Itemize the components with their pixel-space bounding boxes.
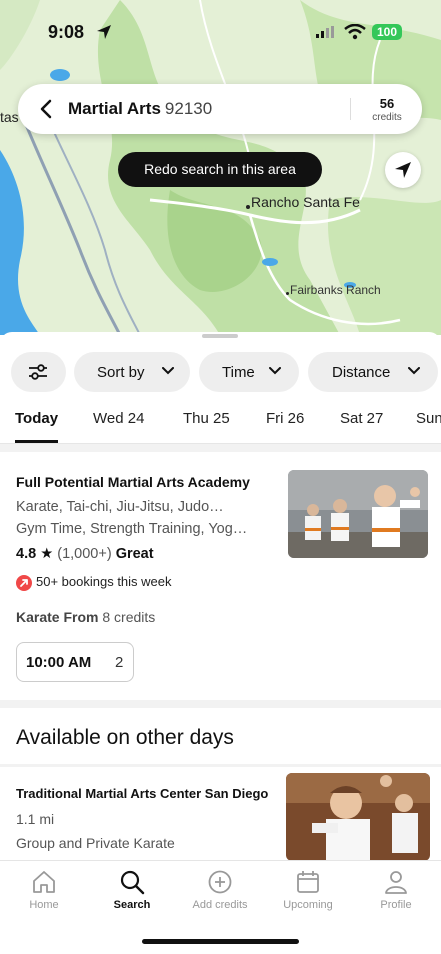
section-gap bbox=[0, 700, 441, 708]
filter-bar: Sort by Time Distance bbox=[0, 352, 441, 392]
star-icon: ★ bbox=[40, 546, 54, 562]
battery-indicator: 100 bbox=[372, 24, 402, 40]
studio-classes: Karate, Tai-chi, Jiu-Jitsu, Judo… bbox=[16, 499, 224, 515]
time-slot-button[interactable]: 10:00 AM 2 bbox=[16, 642, 134, 682]
tab-home[interactable]: Home bbox=[0, 869, 88, 911]
search-title: Martial Arts 92130 bbox=[68, 99, 212, 119]
day-tab[interactable]: Sun bbox=[416, 410, 441, 427]
home-indicator bbox=[142, 939, 299, 944]
sort-by-label: Sort by bbox=[97, 364, 145, 381]
studio-distance: 1.1 mi bbox=[16, 811, 55, 827]
section-gap bbox=[0, 444, 441, 452]
day-tabs: Today Wed 24 Thu 25 Fri 26 Sat 27 Sun bbox=[0, 410, 441, 444]
chevron-down-icon bbox=[162, 367, 174, 375]
price-class: Karate From bbox=[16, 609, 99, 625]
studio-description: Group and Private Karate bbox=[16, 835, 175, 851]
day-tab[interactable]: Sat 27 bbox=[340, 410, 383, 427]
location-arrow-icon bbox=[97, 25, 111, 39]
day-tab-today[interactable]: Today bbox=[15, 410, 58, 427]
distance-label: Distance bbox=[332, 364, 391, 381]
slot-time: 10:00 AM bbox=[26, 654, 92, 671]
price-line: Karate From 8 credits bbox=[16, 609, 155, 625]
credits-count: 56 bbox=[379, 96, 395, 111]
studio-rating: 4.8 ★ (1,000+) Great bbox=[16, 546, 154, 562]
credits-label: credits bbox=[372, 112, 402, 123]
home-icon bbox=[33, 871, 55, 893]
tab-label: Add credits bbox=[192, 899, 248, 911]
day-tab[interactable]: Fri 26 bbox=[266, 410, 304, 427]
tab-label: Search bbox=[113, 899, 151, 911]
section-gap bbox=[0, 764, 441, 767]
bookings-badge: 50+ bookings this week bbox=[16, 574, 172, 591]
tab-search[interactable]: Search bbox=[88, 869, 176, 911]
map-place-label: Fairbanks Ranch bbox=[290, 283, 381, 297]
slot-count: 2 bbox=[115, 654, 124, 671]
filter-settings-button[interactable] bbox=[11, 352, 66, 392]
map-place-label: Rancho Santa Fe bbox=[251, 194, 360, 210]
navigation-arrow-icon bbox=[395, 162, 411, 178]
person-icon bbox=[385, 871, 407, 894]
studio-classes-more: Gym Time, Strength Training, Yog… bbox=[16, 521, 248, 537]
redo-search-button[interactable]: Redo search in this area bbox=[118, 152, 322, 187]
tab-label: Upcoming bbox=[283, 899, 333, 911]
search-icon bbox=[120, 870, 145, 895]
trending-up-icon bbox=[16, 574, 32, 591]
chevron-down-icon bbox=[408, 367, 420, 375]
chevron-down-icon bbox=[269, 367, 281, 375]
map-view[interactable]: 9:08 100 tas Rancho Santa Fe Fairbanks R… bbox=[0, 0, 441, 335]
search-bar[interactable]: Martial Arts 92130 56 credits bbox=[18, 84, 422, 134]
studio-name: Traditional Martial Arts Center San Dieg… bbox=[16, 786, 269, 801]
studio-card[interactable]: Full Potential Martial Arts Academy Kara… bbox=[0, 452, 441, 700]
tab-add-credits[interactable]: Add credits bbox=[176, 869, 264, 911]
tab-label: Home bbox=[29, 899, 59, 911]
rating-label: Great bbox=[115, 546, 154, 562]
studio-photo[interactable] bbox=[286, 773, 430, 861]
search-zip: 92130 bbox=[164, 99, 213, 118]
day-tab[interactable]: Thu 25 bbox=[183, 410, 230, 427]
map-place-label: tas bbox=[0, 109, 19, 125]
calendar-icon bbox=[297, 871, 319, 893]
price-credits: 8 credits bbox=[102, 609, 156, 625]
sort-by-dropdown[interactable]: Sort by bbox=[74, 352, 190, 392]
distance-dropdown[interactable]: Distance bbox=[308, 352, 438, 392]
map-pin-dot bbox=[246, 205, 250, 209]
tab-label: Profile bbox=[380, 899, 412, 911]
current-location-button[interactable] bbox=[385, 152, 421, 188]
time-dropdown[interactable]: Time bbox=[199, 352, 299, 392]
search-divider bbox=[350, 98, 351, 120]
day-tab[interactable]: Wed 24 bbox=[93, 410, 144, 427]
signal-icon bbox=[316, 26, 334, 38]
search-query: Martial Arts bbox=[68, 99, 161, 118]
back-arrow-icon[interactable] bbox=[34, 97, 58, 121]
sliders-icon bbox=[29, 364, 47, 380]
status-bar: 9:08 100 bbox=[0, 18, 441, 48]
map-pin-dot bbox=[286, 292, 289, 295]
rating-value: 4.8 bbox=[16, 546, 37, 562]
results-sheet: Sort by Time Distance Today Wed 24 Thu 2… bbox=[0, 332, 441, 862]
tab-profile[interactable]: Profile bbox=[352, 869, 440, 911]
add-circle-icon bbox=[208, 870, 232, 894]
rating-count: (1,000+) bbox=[57, 546, 112, 562]
tab-upcoming[interactable]: Upcoming bbox=[264, 869, 352, 911]
time-label: Time bbox=[222, 364, 255, 381]
studio-name: Full Potential Martial Arts Academy bbox=[16, 474, 250, 490]
bookings-text: 50+ bookings this week bbox=[36, 574, 172, 589]
wifi-icon bbox=[344, 24, 366, 40]
section-heading: Available on other days bbox=[16, 726, 234, 749]
status-time: 9:08 bbox=[48, 22, 85, 42]
studio-photo[interactable] bbox=[288, 470, 428, 558]
sheet-handle[interactable] bbox=[202, 334, 238, 338]
